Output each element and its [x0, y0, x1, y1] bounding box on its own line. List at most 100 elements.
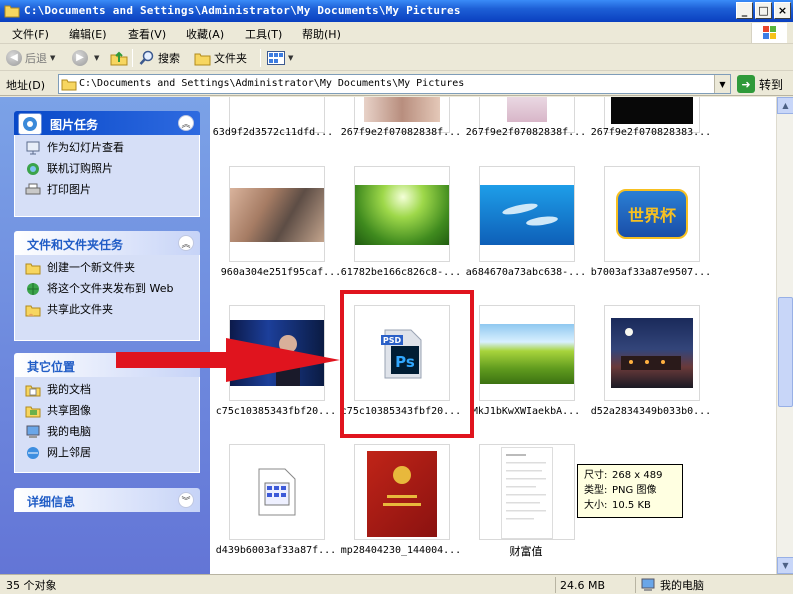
file-thumbnail[interactable] [479, 166, 575, 262]
place-my-documents[interactable]: 我的文档 [25, 383, 199, 397]
file-name: b7003af33a87e9507... [590, 267, 712, 278]
file-name: c75c10385343fbf20... [215, 406, 337, 417]
file-name: 960a304e251f95caf... [220, 267, 342, 278]
shared-pictures-icon [25, 406, 41, 418]
forward-arrow-icon: ▶ [72, 50, 88, 66]
task-publish-web-label: 将这个文件夹发布到 Web [47, 282, 174, 295]
file-name: 267f9e2f07082838f... [340, 127, 462, 138]
folders-button[interactable]: 文件夹 [194, 49, 247, 67]
menu-favorites[interactable]: 收藏(A) [186, 26, 224, 42]
scroll-up-button[interactable]: ▲ [777, 97, 793, 114]
scroll-thumb[interactable] [778, 297, 793, 407]
file-thumbnail[interactable] [479, 305, 575, 401]
task-slideshow[interactable]: 作为幻灯片查看 [25, 141, 199, 155]
status-location-label: 我的电脑 [660, 579, 704, 592]
place-network[interactable]: 网上邻居 [25, 446, 199, 460]
vertical-scrollbar[interactable]: ▲ ▼ [776, 97, 793, 574]
printer-icon [25, 183, 41, 195]
file-thumbnail[interactable] [229, 166, 325, 262]
file-thumbnail[interactable] [604, 305, 700, 401]
file-name: a684670a73abc638-... [465, 267, 587, 278]
task-print-pictures[interactable]: 打印图片 [25, 183, 199, 197]
close-button[interactable]: × [774, 2, 791, 19]
menu-edit[interactable]: 编辑(E) [69, 26, 107, 42]
other-places-title: 其它位置 [27, 360, 76, 374]
task-order-prints[interactable]: 联机订购照片 [25, 162, 199, 176]
task-print-pictures-label: 打印图片 [47, 183, 91, 196]
file-thumbnail[interactable]: 世界杯 [604, 166, 700, 262]
file-thumbnail[interactable] [479, 444, 575, 540]
worldcup-logo: 世界杯 [616, 189, 688, 239]
task-share-folder[interactable]: 共享此文件夹 [25, 303, 199, 317]
file-name: MkJ1bKwXWIaekbA... [471, 406, 581, 417]
scroll-down-button[interactable]: ▼ [777, 557, 793, 574]
menu-help[interactable]: 帮助(H) [302, 26, 341, 42]
expand-chevron-icon[interactable]: ︾ [178, 492, 194, 508]
file-name: 267f9e2f070828383... [590, 127, 712, 138]
search-button[interactable]: 搜索 [139, 49, 180, 67]
search-icon [139, 50, 154, 65]
go-button[interactable]: ➜ 转到 [737, 74, 783, 94]
file-tasks-header[interactable]: 文件和文件夹任务 ︽ [14, 231, 200, 255]
back-arrow-icon: ◀ [6, 50, 22, 66]
folder-icon [194, 53, 211, 65]
minimize-button[interactable]: _ [736, 2, 753, 19]
maximize-button[interactable]: □ [755, 2, 772, 19]
status-total-size: 24.6 MB [555, 577, 633, 593]
place-my-computer[interactable]: 我的电脑 [25, 425, 199, 439]
task-share-folder-label: 共享此文件夹 [47, 303, 113, 316]
title-bar[interactable]: C:\Documents and Settings\Administrator\… [0, 0, 793, 22]
my-computer-icon [26, 425, 40, 438]
picture-tasks-header[interactable]: 图片任务 ︽ [14, 111, 200, 135]
share-folder-icon [25, 305, 41, 317]
up-folder-button[interactable] [110, 49, 128, 67]
menu-bar: 文件(F) 编辑(E) 查看(V) 收藏(A) 工具(T) 帮助(H) [0, 22, 793, 44]
collapse-chevron-icon[interactable]: ︽ [178, 235, 194, 251]
task-pane: 图片任务 ︽ 作为幻灯片查看 联机订购照片 打印图片 文件和文件夹任务 ︽ 创建… [0, 97, 210, 574]
menu-tools[interactable]: 工具(T) [245, 26, 282, 42]
menu-view[interactable]: 查看(V) [128, 26, 166, 42]
file-name: 财富值 [509, 545, 543, 558]
file-thumbnail[interactable] [229, 444, 325, 540]
network-icon [27, 447, 39, 459]
address-dropdown-button[interactable]: ▼ [714, 75, 730, 93]
tooltip-size-label: 尺寸: [584, 470, 608, 481]
forward-button[interactable]: ▶ ▼ [72, 49, 99, 67]
collapse-chevron-icon[interactable]: ︽ [178, 115, 194, 131]
window-title: C:\Documents and Settings\Administrator\… [24, 4, 461, 17]
task-new-folder[interactable]: 创建一个新文件夹 [25, 261, 199, 275]
place-shared-pictures[interactable]: 共享图像 [25, 404, 199, 418]
tooltip-type-label: 类型: [584, 485, 608, 496]
status-bar: 35 个对象 24.6 MB 我的电脑 [0, 574, 793, 594]
back-label: 后退 [25, 52, 47, 65]
new-folder-icon [25, 263, 41, 275]
tooltip-filesize-label: 大小: [584, 500, 608, 511]
details-header[interactable]: 详细信息 ︾ [14, 488, 200, 512]
picture-tasks-title: 图片任务 [50, 118, 99, 132]
file-thumbnail[interactable] [354, 166, 450, 262]
image-file-icon [258, 468, 296, 516]
annotation-highlight-box [340, 290, 474, 438]
task-order-prints-label: 联机订购照片 [47, 162, 113, 175]
address-path: C:\Documents and Settings\Administrator\… [79, 78, 465, 89]
dolphins-image [502, 203, 558, 226]
views-button[interactable]: ▼ [267, 49, 293, 67]
go-label: 转到 [759, 77, 784, 92]
folder-icon [61, 79, 77, 91]
address-input[interactable]: C:\Documents and Settings\Administrator\… [58, 74, 731, 94]
file-tasks-panel: 文件和文件夹任务 ︽ 创建一个新文件夹 将这个文件夹发布到 Web 共享此文件夹 [14, 231, 200, 341]
menu-file[interactable]: 文件(F) [12, 26, 49, 42]
go-arrow-icon: ➜ [737, 75, 755, 93]
status-object-count: 35 个对象 [6, 579, 57, 592]
file-name: mp28404230_144004... [340, 545, 462, 556]
back-button[interactable]: ◀ 后退 ▼ [6, 49, 55, 67]
views-icon [267, 51, 285, 65]
file-thumbnail[interactable] [354, 444, 450, 540]
task-publish-web[interactable]: 将这个文件夹发布到 Web [25, 282, 199, 296]
address-bar: 地址(D) C:\Documents and Settings\Administ… [0, 72, 793, 96]
place-network-label: 网上邻居 [47, 446, 91, 459]
picture-tasks-icon [18, 113, 42, 135]
place-my-computer-label: 我的电脑 [47, 425, 91, 438]
annotation-arrow [116, 338, 340, 382]
search-label: 搜索 [158, 52, 180, 65]
